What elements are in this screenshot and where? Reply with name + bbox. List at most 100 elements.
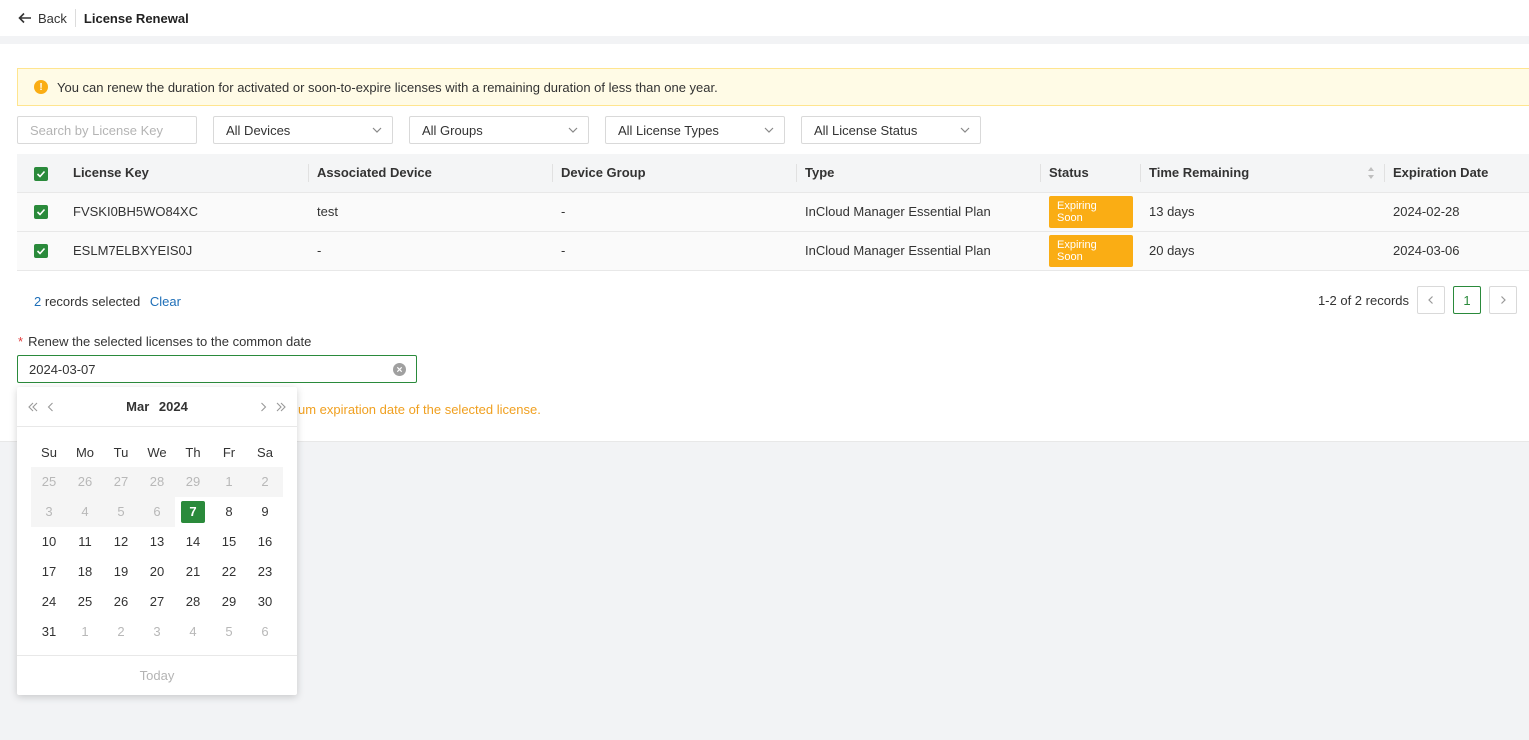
calendar-day[interactable]: 31 (31, 617, 67, 647)
license-types-select[interactable]: All License Types (605, 116, 785, 144)
date-picker-popup: Mar 2024 Su Mo Tu We Th Fr Sa 25 26 27 2… (17, 387, 297, 695)
column-header-license-key: License Key (65, 154, 309, 193)
license-status-select[interactable]: All License Status (801, 116, 981, 144)
calendar-day-next-month[interactable]: 5 (211, 617, 247, 647)
calendar-day-next-month[interactable]: 2 (103, 617, 139, 647)
calendar-day[interactable]: 22 (211, 557, 247, 587)
calendar-day[interactable]: 8 (211, 497, 247, 527)
devices-select[interactable]: All Devices (213, 116, 393, 144)
calendar-day[interactable]: 16 (247, 527, 283, 557)
month-label[interactable]: Mar (126, 399, 149, 414)
calendar-day[interactable]: 10 (31, 527, 67, 557)
calendar-day[interactable]: 15 (211, 527, 247, 557)
next-year-icon[interactable] (275, 401, 287, 413)
back-button[interactable]: Back (18, 11, 67, 26)
header-divider (74, 9, 76, 27)
device-group-cell: - (553, 192, 797, 232)
calendar-day[interactable]: 23 (247, 557, 283, 587)
chevron-down-icon (568, 127, 578, 133)
sort-icon[interactable] (1367, 166, 1375, 180)
column-header-status: Status (1041, 154, 1141, 193)
clear-selection-link[interactable]: Clear (150, 294, 181, 309)
license-key-cell: FVSKI0BH5WO84XC (65, 192, 309, 232)
column-header-time-remaining[interactable]: Time Remaining (1141, 154, 1385, 193)
row-checkbox[interactable] (34, 244, 48, 259)
today-button[interactable]: Today (140, 668, 175, 683)
select-all-checkbox[interactable] (34, 166, 48, 181)
prev-page-button[interactable] (1417, 286, 1445, 314)
calendar-day[interactable]: 20 (139, 557, 175, 587)
calendar-day[interactable]: 18 (67, 557, 103, 587)
weekday-label: Mo (75, 444, 95, 460)
associated-device-cell: test (309, 192, 553, 232)
calendar-day-disabled: 25 (31, 467, 67, 497)
next-month-icon[interactable] (257, 401, 269, 413)
checkmark-icon (36, 209, 46, 216)
chevron-down-icon (372, 127, 382, 133)
time-remaining-cell: 20 days (1141, 231, 1385, 271)
year-label[interactable]: 2024 (159, 399, 188, 414)
selected-count: 2 (34, 294, 42, 309)
calendar-day[interactable]: 27 (139, 587, 175, 617)
calendar-day-next-month[interactable]: 3 (139, 617, 175, 647)
clear-icon[interactable] (393, 362, 406, 376)
weekday-label: Su (41, 444, 57, 460)
column-header-associated-device: Associated Device (309, 154, 553, 193)
expiration-date-cell: 2024-03-06 (1385, 231, 1529, 271)
calendar-day-disabled: 3 (31, 497, 67, 527)
license-key-search-input[interactable]: Search by License Key (17, 116, 197, 144)
weekday-label: We (147, 444, 167, 460)
type-cell: InCloud Manager Essential Plan (797, 192, 1041, 232)
groups-select[interactable]: All Groups (409, 116, 589, 144)
table-header-row: License Key Associated Device Device Gro… (17, 154, 1529, 193)
page-button-current[interactable]: 1 (1453, 286, 1481, 314)
renew-date-value: 2024-03-07 (29, 361, 96, 377)
calendar-day[interactable]: 9 (247, 497, 283, 527)
license-key-cell: ESLM7ELBXYEIS0J (65, 231, 309, 271)
calendar-day-disabled: 5 (103, 497, 139, 527)
calendar-day[interactable]: 29 (211, 587, 247, 617)
calendar-day[interactable]: 30 (247, 587, 283, 617)
calendar-day[interactable]: 21 (175, 557, 211, 587)
calendar-day[interactable]: 28 (175, 587, 211, 617)
chevron-right-icon (1501, 296, 1506, 304)
calendar-day[interactable]: 13 (139, 527, 175, 557)
arrow-left-icon (18, 12, 31, 24)
row-checkbox[interactable] (34, 205, 48, 220)
calendar-day[interactable]: 12 (103, 527, 139, 557)
calendar-day[interactable]: 24 (31, 587, 67, 617)
prev-year-icon[interactable] (27, 401, 39, 413)
calendar-day[interactable]: 17 (31, 557, 67, 587)
type-cell: InCloud Manager Essential Plan (797, 231, 1041, 271)
calendar-week: 25 26 27 28 29 1 2 (31, 467, 283, 497)
calendar-day-next-month[interactable]: 4 (175, 617, 211, 647)
license-types-select-value: All License Types (618, 122, 719, 138)
chevron-down-icon (960, 127, 970, 133)
expiration-date-cell: 2024-02-28 (1385, 192, 1529, 232)
license-table: License Key Associated Device Device Gro… (17, 154, 1529, 271)
prev-month-icon[interactable] (45, 401, 57, 413)
weekday-label: Tu (113, 444, 129, 460)
calendar-day[interactable]: 11 (67, 527, 103, 557)
calendar-day[interactable]: 25 (67, 587, 103, 617)
time-remaining-header-label: Time Remaining (1149, 165, 1250, 181)
next-nav-group (257, 401, 287, 413)
calendar-day-next-month[interactable]: 6 (247, 617, 283, 647)
calendar-day-selected[interactable]: 7 (175, 497, 211, 527)
calendar-week: 24 25 26 27 28 29 30 (31, 587, 283, 617)
renew-date-input[interactable]: 2024-03-07 (17, 355, 417, 383)
calendar-day[interactable]: 26 (103, 587, 139, 617)
prev-nav-group (27, 401, 57, 413)
calendar-day-next-month[interactable]: 1 (67, 617, 103, 647)
calendar-day[interactable]: 19 (103, 557, 139, 587)
date-picker-footer: Today (17, 655, 297, 695)
checkmark-icon (36, 248, 46, 255)
time-remaining-cell: 13 days (1141, 192, 1385, 232)
calendar-day[interactable]: 14 (175, 527, 211, 557)
pagination: 1-2 of 2 records 1 (1318, 286, 1517, 314)
calendar-day-disabled: 26 (67, 467, 103, 497)
selected-text: records selected (44, 294, 141, 309)
next-page-button[interactable] (1489, 286, 1517, 314)
table-row: FVSKI0BH5WO84XC test - InCloud Manager E… (17, 192, 1529, 232)
pagination-summary: 1-2 of 2 records (1317, 292, 1409, 308)
